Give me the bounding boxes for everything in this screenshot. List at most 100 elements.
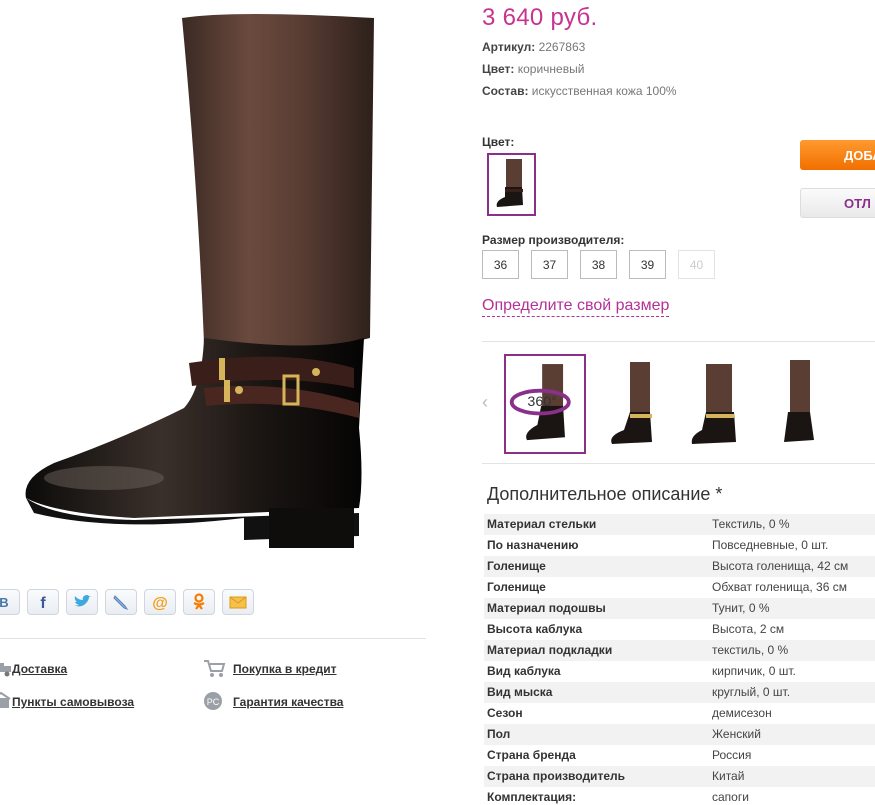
- spec-value: демисезон: [712, 706, 772, 720]
- spec-value: Женский: [712, 727, 761, 741]
- svg-text:f: f: [40, 595, 46, 612]
- gallery-prev-arrow-icon[interactable]: ‹: [482, 392, 488, 413]
- vk-icon: B: [0, 595, 9, 610]
- livejournal-share-button[interactable]: [105, 589, 137, 615]
- gallery-divider-bottom: [482, 463, 875, 464]
- email-share-button[interactable]: [222, 589, 254, 615]
- table-row: Страна бренда Россия: [484, 745, 875, 766]
- spec-value: текстиль, 0 %: [712, 643, 789, 657]
- spec-key: Вид каблука: [487, 664, 561, 678]
- guarantee-link[interactable]: Гарантия качества: [233, 695, 343, 709]
- size-option-37[interactable]: 37: [531, 250, 568, 279]
- spec-key: Голенище: [487, 559, 546, 573]
- color-label: Цвет:: [482, 62, 515, 76]
- spec-key: Страна производитель: [487, 769, 625, 783]
- boot-thumbnail-icon: [496, 159, 523, 207]
- odnoklassniki-share-button[interactable]: [183, 589, 215, 615]
- twitter-share-button[interactable]: [66, 589, 98, 615]
- livejournal-icon: [113, 595, 129, 610]
- spec-value: Китай: [712, 769, 745, 783]
- table-row: Вид мыска круглый, 0 шт.: [484, 682, 875, 703]
- spec-value: кирпичик, 0 шт.: [712, 664, 796, 678]
- spec-key: Материал стельки: [487, 517, 597, 531]
- table-row: Сезон демисезон: [484, 703, 875, 724]
- spec-value: Тунит, 0 %: [712, 601, 770, 615]
- svg-text:B: B: [0, 595, 9, 610]
- spec-key: Комплектация:: [487, 790, 577, 804]
- pickup-link[interactable]: Пункты самовывоза: [12, 695, 134, 709]
- facebook-icon: f: [40, 595, 46, 612]
- product-price: 3 640 руб.: [482, 4, 598, 31]
- gallery-thumb-front[interactable]: [770, 354, 852, 454]
- spec-value: сапоги: [712, 790, 749, 804]
- defer-button[interactable]: ОТЛ: [800, 188, 875, 218]
- spec-key: Высота каблука: [487, 622, 583, 636]
- size-option-38[interactable]: 38: [580, 250, 617, 279]
- gallery-thumb-side[interactable]: [590, 354, 672, 454]
- spec-key: Вид мыска: [487, 685, 553, 699]
- gallery-thumb-back[interactable]: [680, 354, 762, 454]
- color-value: коричневый: [517, 62, 585, 76]
- table-row: Комплектация: сапоги: [484, 787, 875, 805]
- gallery-divider-top: [482, 341, 875, 342]
- credit-cart-icon: [204, 660, 226, 677]
- composition-row: Состав: искусственная кожа 100%: [482, 84, 677, 98]
- table-row: Вид каблука кирпичик, 0 шт.: [484, 661, 875, 682]
- spec-value: Текстиль, 0 %: [712, 517, 790, 531]
- spec-value: Повседневные, 0 шт.: [712, 538, 829, 552]
- spec-key: Страна бренда: [487, 748, 576, 762]
- size-guide-link[interactable]: Определите свой размер: [482, 297, 670, 317]
- article-value: 2267863: [538, 40, 586, 54]
- 360-badge: 360°: [527, 394, 556, 410]
- table-row: Пол Женский: [484, 724, 875, 745]
- size-option-36[interactable]: 36: [482, 250, 519, 279]
- gallery-thumb-360[interactable]: 360°: [504, 354, 586, 454]
- spec-key: Сезон: [487, 706, 523, 720]
- add-to-cart-button[interactable]: ДОБА: [800, 140, 875, 170]
- spec-value: Обхват голенища, 36 см: [712, 580, 847, 594]
- twitter-icon: [74, 595, 91, 607]
- svg-text:@: @: [152, 595, 168, 612]
- spec-key: Материал подкладки: [487, 643, 613, 657]
- spec-value: круглый, 0 шт.: [712, 685, 791, 699]
- table-row: Голенище Обхват голенища, 36 см: [484, 577, 875, 598]
- odnoklassniki-icon: [193, 593, 205, 610]
- description-title: Дополнительное описание *: [487, 484, 723, 504]
- table-row: Материал подошвы Тунит, 0 %: [484, 598, 875, 619]
- table-row: Страна производитель Китай: [484, 766, 875, 787]
- divider: [0, 638, 426, 639]
- spec-key: Голенище: [487, 580, 546, 594]
- article-row: Артикул: 2267863: [482, 40, 585, 54]
- credit-link[interactable]: Покупка в кредит: [233, 662, 337, 676]
- color-row: Цвет: коричневый: [482, 62, 584, 76]
- composition-label: Состав:: [482, 84, 529, 98]
- table-row: По назначению Повседневные, 0 шт.: [484, 535, 875, 556]
- social-share-bar: B f @: [0, 589, 254, 615]
- table-row: Материал стельки Текстиль, 0 %: [484, 514, 875, 535]
- color-swatch-brown[interactable]: [487, 153, 536, 216]
- description-table: Материал стельки Текстиль, 0 % По назначе…: [484, 514, 875, 805]
- spec-key: Материал подошвы: [487, 601, 606, 615]
- size-option-40: 40: [678, 250, 715, 279]
- spec-key: Пол: [487, 727, 511, 741]
- spec-value: Россия: [712, 748, 752, 762]
- color-picker-label: Цвет:: [482, 135, 515, 149]
- email-icon: [229, 596, 247, 609]
- svg-text:PC: PC: [207, 697, 220, 707]
- product-main-image[interactable]: [14, 8, 414, 553]
- size-option-39[interactable]: 39: [629, 250, 666, 279]
- vk-share-button[interactable]: B: [0, 589, 20, 615]
- composition-value: искусственная кожа 100%: [531, 84, 677, 98]
- size-picker-label: Размер производителя:: [482, 233, 625, 247]
- table-row: Материал подкладки текстиль, 0 %: [484, 640, 875, 661]
- spec-value: Высота, 2 см: [712, 622, 785, 636]
- mailru-share-button[interactable]: @: [144, 589, 176, 615]
- facebook-share-button[interactable]: f: [27, 589, 59, 615]
- article-label: Артикул:: [482, 40, 536, 54]
- mailru-icon: @: [152, 595, 168, 612]
- product-media-column: B f @ Доставка Покупка в кредит Пункты с…: [0, 0, 440, 805]
- product-info-column: 3 640 руб. Артикул: 2267863 Цвет: коричн…: [482, 0, 875, 805]
- guarantee-icon: PC: [204, 692, 222, 710]
- delivery-link[interactable]: Доставка: [12, 662, 67, 676]
- spec-key: По назначению: [487, 538, 579, 552]
